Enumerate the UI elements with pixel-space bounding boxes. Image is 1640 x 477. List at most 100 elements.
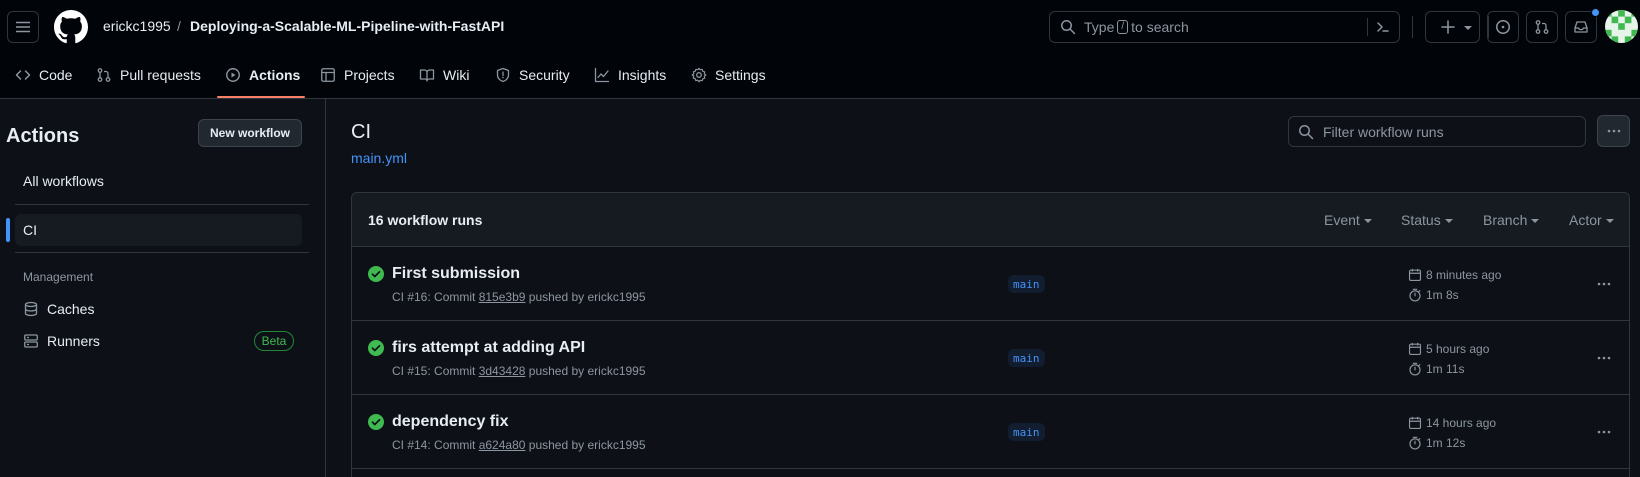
tab-pull-requests[interactable]: Pull requests — [96, 64, 201, 86]
table-row[interactable]: First submission CI #16: Commit 815e3b9 … — [352, 247, 1629, 321]
commit-sha-link[interactable]: 815e3b9 — [479, 290, 526, 304]
run-duration: 1m 11s — [1408, 362, 1464, 376]
tab-label: Actions — [249, 67, 301, 83]
run-prefix: CI #16: Commit — [392, 290, 476, 304]
command-palette-icon[interactable] — [1375, 19, 1391, 35]
chevron-down-icon — [1531, 219, 1540, 223]
table-row[interactable]: firs attempt at adding API CI #15: Commi… — [352, 321, 1629, 395]
global-header: erickc1995 / Deploying-a-Scalable-ML-Pip… — [0, 0, 1640, 99]
issues-button[interactable] — [1487, 11, 1519, 43]
run-meta: CI #15: Commit 3d43428 pushed by erickc1… — [392, 364, 646, 378]
tab-insights[interactable]: Insights — [594, 64, 666, 86]
tab-settings[interactable]: Settings — [691, 64, 766, 86]
tab-projects[interactable]: Projects — [320, 64, 395, 86]
stopwatch-icon — [1409, 288, 1421, 302]
event-filter-dropdown[interactable]: Event — [1324, 212, 1372, 228]
run-duration-value: 1m 12s — [1426, 436, 1466, 450]
tab-label: Settings — [715, 67, 766, 83]
breadcrumb-repo[interactable]: Deploying-a-Scalable-ML-Pipeline-with-Fa… — [190, 18, 504, 34]
notification-dot — [1591, 8, 1600, 17]
search-placeholder-after: to search — [1131, 19, 1189, 35]
branch-label[interactable]: main — [1008, 275, 1045, 293]
issue-opened-icon — [1496, 20, 1510, 34]
filter-placeholder: Filter workflow runs — [1323, 123, 1444, 140]
create-new-button[interactable] — [1425, 11, 1480, 43]
gear-icon — [691, 67, 707, 83]
kebab-horizontal-icon — [1597, 282, 1611, 286]
kebab-horizontal-icon — [1597, 356, 1611, 360]
tab-wiki[interactable]: Wiki — [419, 64, 469, 86]
filter-label: Event — [1324, 212, 1360, 228]
filter-workflow-runs-input[interactable]: Filter workflow runs — [1288, 116, 1586, 147]
run-when: 5 hours ago — [1426, 342, 1490, 356]
code-icon — [15, 70, 31, 80]
sidebar-item-label: Caches — [47, 301, 95, 317]
branch-label[interactable]: main — [1008, 349, 1045, 367]
workflow-file-link[interactable]: main.yml — [351, 150, 407, 166]
header-divider — [1412, 16, 1413, 38]
tab-security[interactable]: Security — [495, 64, 570, 86]
table-row[interactable]: dependency fix CI #14: Commit a624a80 pu… — [352, 395, 1629, 469]
management-heading: Management — [23, 270, 94, 284]
global-search-input[interactable]: Type / to search — [1049, 11, 1400, 43]
sidebar-divider — [15, 204, 309, 205]
tab-code[interactable]: Code — [15, 64, 72, 86]
new-workflow-button[interactable]: New workflow — [198, 119, 302, 147]
git-pull-request-icon — [97, 68, 111, 82]
run-prefix: CI #15: Commit — [392, 364, 476, 378]
commit-sha-link[interactable]: a624a80 — [479, 438, 526, 452]
sidebar-item-ci[interactable]: CI — [15, 214, 302, 246]
tab-label: Code — [39, 67, 73, 83]
actor-filter-dropdown[interactable]: Actor — [1569, 212, 1614, 228]
sidebar-item-runners[interactable]: Runners — [23, 331, 100, 351]
kebab-horizontal-icon — [1597, 430, 1611, 434]
run-options-button[interactable] — [1594, 350, 1614, 366]
check-circle-fill-icon — [368, 414, 384, 430]
hamburger-icon — [16, 21, 30, 33]
search-shortcut-key: / — [1117, 20, 1129, 34]
avatar[interactable] — [1605, 10, 1638, 43]
run-options-button[interactable] — [1594, 424, 1614, 440]
run-duration: 1m 8s — [1408, 288, 1459, 302]
commit-sha-link[interactable]: 3d43428 — [479, 364, 526, 378]
branch-label[interactable]: main — [1008, 423, 1045, 441]
server-icon — [24, 334, 38, 348]
stopwatch-icon — [1409, 362, 1421, 376]
more-options-button[interactable] — [1597, 115, 1630, 147]
sidebar-item-caches[interactable]: Caches — [23, 299, 94, 319]
branch-filter-dropdown[interactable]: Branch — [1483, 212, 1540, 228]
sidebar-divider — [15, 252, 309, 253]
sidebar-item-all-workflows[interactable]: All workflows — [15, 165, 302, 197]
search-divider — [1367, 18, 1368, 36]
filter-label: Status — [1401, 212, 1441, 228]
calendar-icon — [1408, 268, 1422, 282]
run-title[interactable]: firs attempt at adding API — [392, 339, 585, 357]
tab-actions[interactable]: Actions — [225, 64, 300, 86]
pull-requests-button[interactable] — [1526, 11, 1558, 43]
github-logo-icon[interactable] — [54, 10, 88, 44]
status-filter-dropdown[interactable]: Status — [1401, 212, 1453, 228]
run-when: 14 hours ago — [1426, 416, 1497, 430]
run-options-button[interactable] — [1594, 276, 1614, 292]
kebab-horizontal-icon — [1607, 129, 1620, 133]
run-title[interactable]: dependency fix — [392, 413, 508, 431]
runs-count: 16 workflow runs — [368, 212, 483, 228]
tab-label: Security — [519, 67, 570, 83]
run-title[interactable]: First submission — [392, 265, 520, 283]
hamburger-menu-button[interactable] — [7, 11, 39, 43]
run-suffix: pushed by erickc1995 — [528, 364, 646, 378]
breadcrumb-owner[interactable]: erickc1995 — [103, 18, 171, 34]
chevron-down-icon — [1605, 219, 1614, 223]
inbox-icon — [1574, 21, 1588, 33]
page-title: CI — [351, 121, 371, 143]
run-timestamp: 14 hours ago — [1408, 416, 1496, 430]
search-icon — [1299, 124, 1314, 139]
run-meta: CI #16: Commit 815e3b9 pushed by erickc1… — [392, 290, 646, 304]
tab-label: Projects — [344, 67, 395, 83]
identicon-icon — [1605, 10, 1638, 43]
graph-icon — [594, 67, 610, 83]
stopwatch-icon — [1409, 436, 1421, 450]
filter-label: Actor — [1569, 212, 1602, 228]
run-suffix: pushed by erickc1995 — [528, 290, 646, 304]
actions-sidebar: Actions New workflow All workflows CI Ma… — [0, 99, 326, 477]
